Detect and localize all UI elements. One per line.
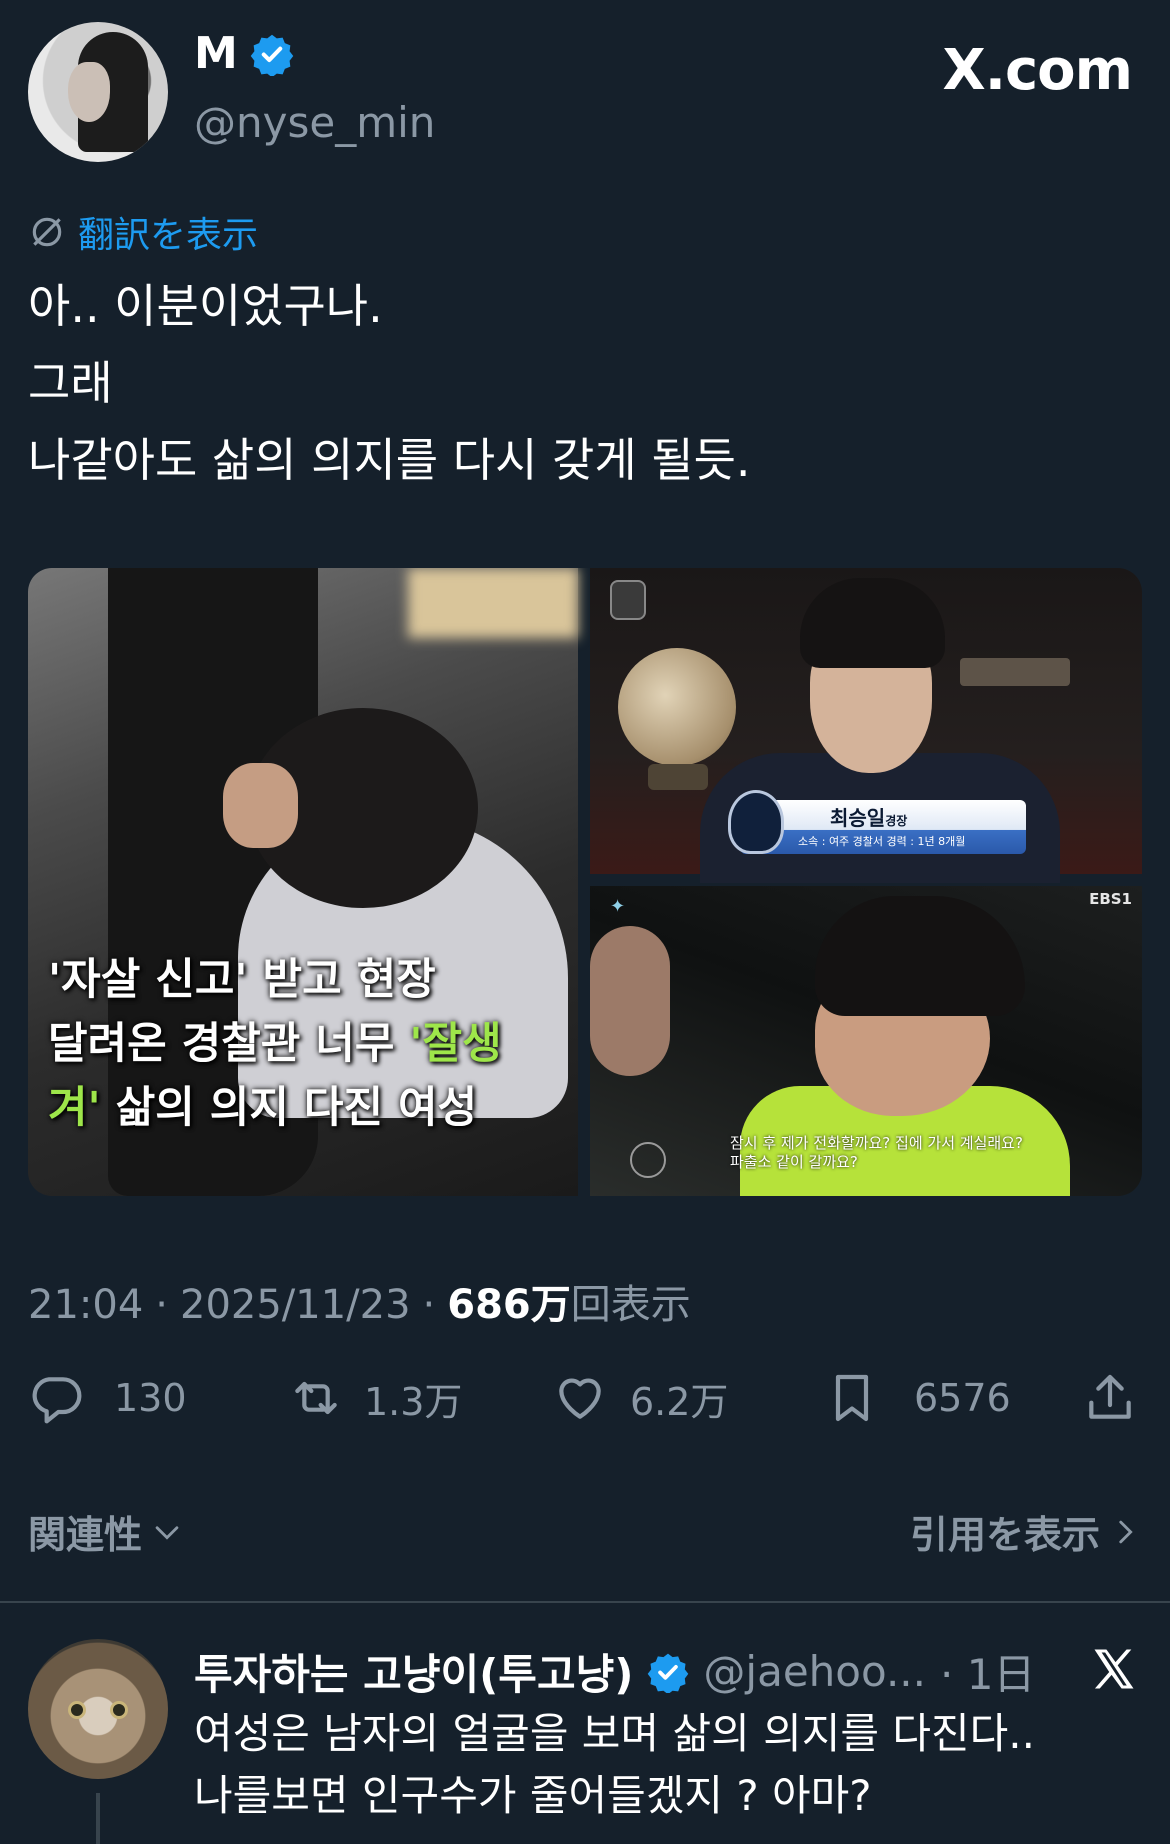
tweet-text: 아.. 이분이었구나. 그래 나같아도 삶의 의지를 다시 갖게 될듯.: [28, 268, 751, 499]
channel-label: EBS1: [1089, 890, 1132, 908]
x-logo-icon: [1094, 1649, 1134, 1689]
subtitle-line: 파출소 같이 갈까요?: [730, 1153, 858, 1171]
caption-line: 달려온 경찰관 너무 '잘생: [48, 1012, 502, 1076]
relevance-label[interactable]: 関連性: [28, 1504, 142, 1559]
translate-globe-icon: [32, 217, 62, 247]
action-bar: 130 1.3万 6.2万 6576: [28, 1370, 1142, 1440]
plate-subtitle: 소속 : 여주 경찰서 경력 : 1년 8개월: [798, 835, 966, 848]
officer-hair: [800, 578, 945, 668]
author-display-name[interactable]: M: [194, 32, 238, 76]
reply-handle[interactable]: @jaehoo...: [703, 1647, 926, 1696]
crosshair-icon: [630, 1142, 666, 1178]
view-count: 686万: [447, 1282, 571, 1328]
tweet-header: M @nyse_min X.com: [28, 22, 1142, 164]
share-button[interactable]: [1082, 1370, 1138, 1426]
caption-text: 삶의 의지 다진 여성: [100, 1083, 478, 1133]
video-subtitle: 잠시 후 제가 전화할까요? 집에 가서 계실래요? 파출소 같이 갈까요?: [730, 1134, 1023, 1172]
reply-time[interactable]: · 1日: [940, 1641, 1035, 1702]
media-image-left[interactable]: '자살 신고' 받고 현장 달려온 경찰관 너무 '잘생 겨' 삶의 의지 다진…: [28, 568, 578, 1196]
author-avatar[interactable]: [28, 22, 168, 162]
tweet-meta: 21:04 · 2025/11/23 · 686万 回表示: [28, 1272, 691, 1330]
caption-text: 달려온 경찰관 너무: [48, 1019, 410, 1069]
chevron-down-icon: [155, 1525, 179, 1540]
thread-line: [96, 1793, 100, 1844]
caption-line: '자살 신고' 받고 현장: [48, 955, 436, 1005]
replies-sort-row: 関連性 引用を表示: [28, 1504, 1142, 1557]
globe-prop: [618, 648, 736, 766]
globe-stand: [648, 764, 708, 790]
name-plate: 최승일경장 소속 : 여주 경찰서 경력 : 1년 8개월: [728, 790, 1026, 854]
relevance-dropdown[interactable]: 関連性: [28, 1504, 184, 1559]
view-quotes-label[interactable]: 引用を表示: [910, 1504, 1100, 1559]
reply-line: 여성은 남자의 얼굴을 보며 삶의 의지를 다진다..: [194, 1709, 1035, 1758]
translate-label[interactable]: 翻訳を表示: [78, 206, 258, 258]
repost-icon: [295, 1381, 337, 1415]
like-button[interactable]: 6.2万: [552, 1370, 728, 1426]
reply-text: 여성은 남자의 얼굴을 보며 삶의 의지를 다진다.. 나를보면 인구수가 줄어…: [194, 1703, 1035, 1827]
caption-line: 겨' 삶의 의지 다진 여성: [48, 1076, 502, 1140]
raised-hand: [590, 926, 670, 1076]
like-count: 6.2万: [630, 1379, 729, 1424]
image-caption: '자살 신고' 받고 현장 달려온 경찰관 너무 '잘생 겨' 삶의 의지 다진…: [48, 948, 502, 1140]
tweet-time[interactable]: 21:04: [28, 1282, 143, 1328]
plate-rank: 경장: [885, 814, 908, 828]
tweet-date[interactable]: 2025/11/23: [180, 1282, 411, 1328]
reply-header: 투자하는 고냥이(투고냥) @jaehoo... · 1日: [194, 1641, 1035, 1702]
program-logo-icon: ✦: [610, 896, 626, 917]
chevron-right-icon: [1119, 1520, 1133, 1543]
tweet-line: 그래: [28, 356, 113, 410]
street-light: [408, 568, 578, 638]
avatar-face: [68, 62, 110, 122]
media-image-top-right[interactable]: 최승일경장 소속 : 여주 경찰서 경력 : 1년 8개월: [590, 568, 1142, 883]
meta-separator: ·: [155, 1282, 168, 1328]
verified-badge-icon: [250, 34, 294, 76]
author-handle[interactable]: @nyse_min: [194, 98, 435, 147]
officer-hair-closeup: [815, 896, 1025, 1016]
heart-icon: [559, 1378, 601, 1419]
view-quotes-link[interactable]: 引用を表示: [910, 1504, 1142, 1559]
subtitle-line: 잠시 후 제가 전화할까요? 집에 가서 계실래요?: [730, 1134, 1023, 1152]
show-logo-icon: [610, 580, 646, 620]
signpost: [960, 658, 1070, 686]
reply-avatar[interactable]: [28, 1639, 168, 1779]
cat-eye: [68, 1701, 86, 1719]
media-grid: '자살 신고' 받고 현장 달려온 경찰관 너무 '잘생 겨' 삶의 의지 다진…: [28, 568, 1142, 1196]
plate-name: 최승일경장: [830, 802, 907, 831]
repost-count: 1.3万: [364, 1379, 463, 1424]
bookmark-icon: [835, 1374, 869, 1422]
verified-badge-icon: [648, 1653, 689, 1693]
caption-highlight: 겨': [48, 1083, 101, 1133]
reply-button[interactable]: 130: [28, 1370, 187, 1426]
bookmark-button[interactable]: 6576: [824, 1370, 1011, 1426]
repost-button[interactable]: 1.3万: [288, 1370, 462, 1426]
reply-display-name[interactable]: 투자하는 고냥이(투고냥): [194, 1641, 633, 1702]
media-image-bottom-right[interactable]: ✦ EBS1 잠시 후 제가 전화할까요? 집에 가서 계실래요? 파출소 같이…: [590, 886, 1142, 1196]
bookmark-count: 6576: [914, 1376, 1011, 1420]
translate-link[interactable]: 翻訳を表示: [28, 206, 258, 258]
cat-eye: [110, 1701, 128, 1719]
caption-highlight: '잘생: [409, 1019, 502, 1069]
plate-name-text: 최승일: [830, 806, 886, 830]
tweet-line: 아.. 이분이었구나.: [28, 279, 383, 333]
police-badge-icon: [728, 790, 784, 854]
reply-count: 130: [114, 1376, 187, 1420]
tweet-line: 나같아도 삶의 의지를 다시 갖게 될듯.: [28, 433, 751, 487]
brand-logo-text: X.com: [942, 38, 1133, 103]
view-count-label: 回表示: [570, 1282, 691, 1328]
reply-icon: [32, 1377, 82, 1424]
share-icon: [1089, 1374, 1131, 1419]
author-name-row: M: [194, 32, 294, 76]
hand-shape: [223, 763, 298, 848]
meta-separator: ·: [422, 1282, 436, 1328]
reply-item[interactable]: 투자하는 고냥이(투고냥) @jaehoo... · 1日 여성은 남자의 얼굴…: [0, 1603, 1170, 1844]
reply-line: 나를보면 인구수가 줄어들겠지 ? 아마?: [194, 1771, 872, 1820]
